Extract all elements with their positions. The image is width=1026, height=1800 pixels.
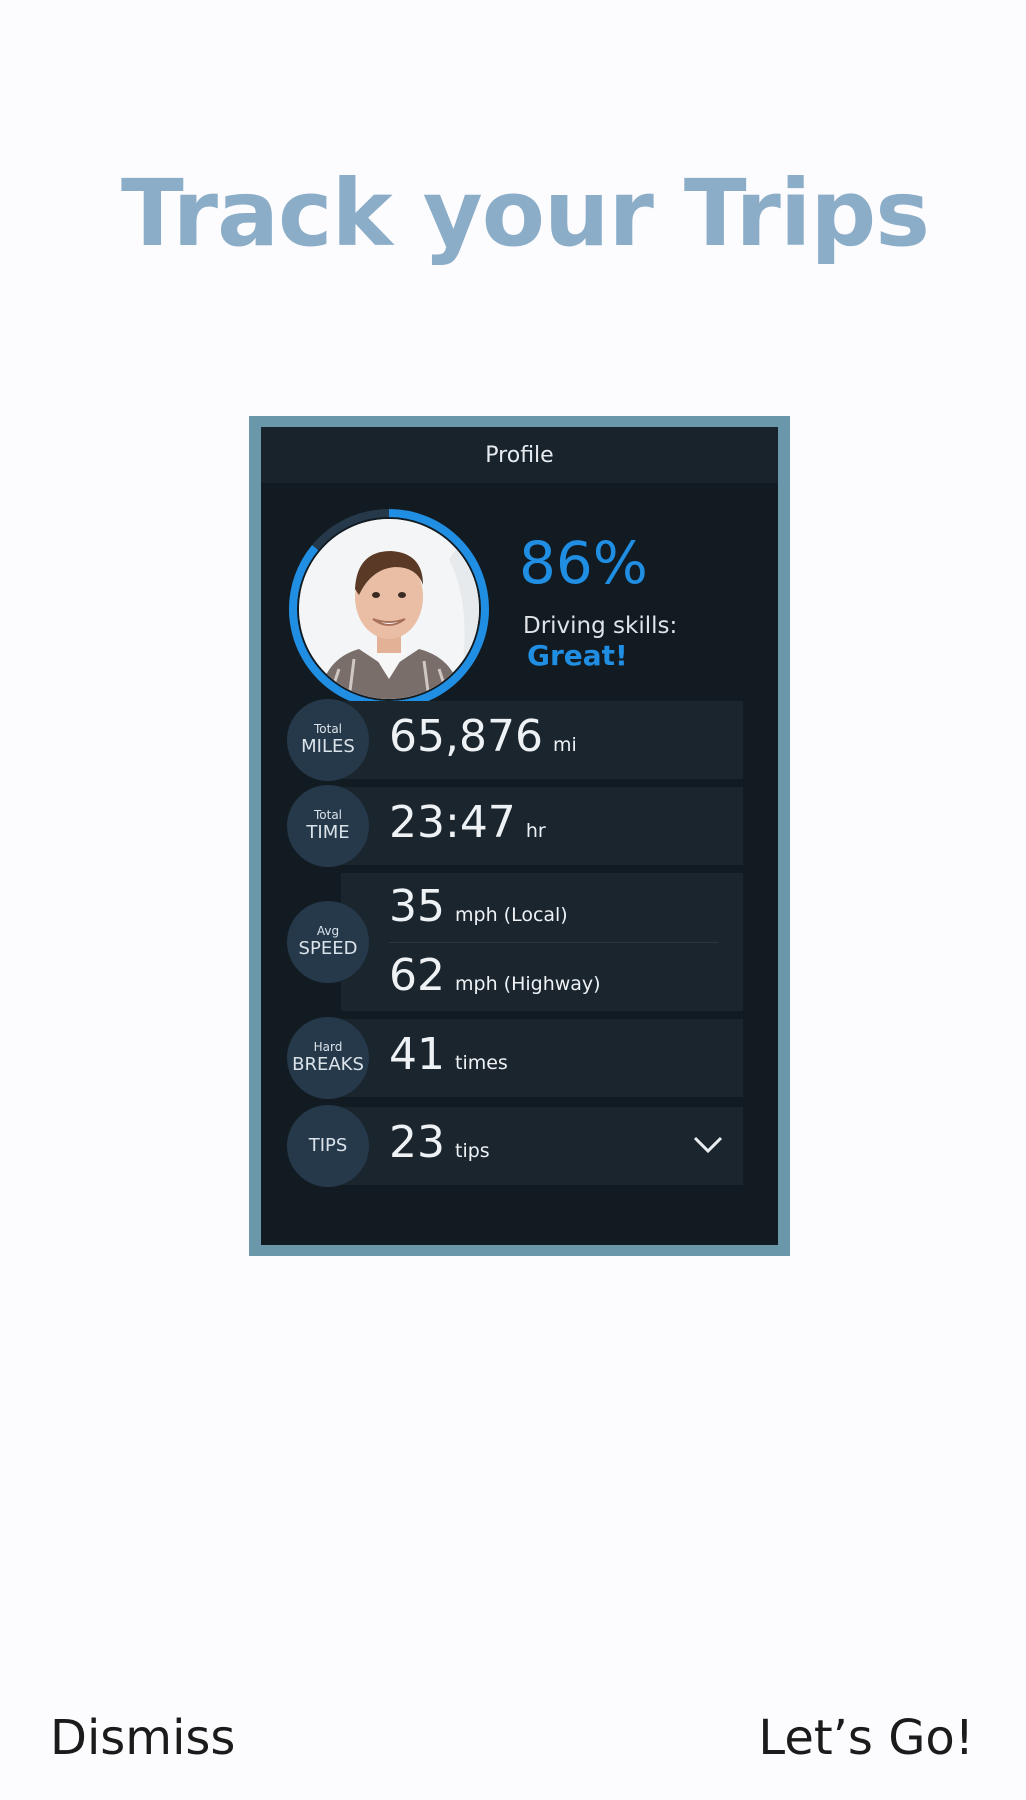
stat-badge-label: TIPS [308,1135,348,1156]
stat-value-breaks: 41 times [389,1029,508,1080]
stat-badge-small-label: Hard [313,1040,343,1054]
driving-skill-label: Driving skills: [523,613,678,639]
onboarding-screen: Track your Trips Profile 86% Driving ski… [0,0,1026,1800]
stat-number: 65,876 [389,711,543,762]
onboarding-headline: Track your Trips [120,160,930,267]
stat-unit: mph (Highway) [455,973,601,995]
profile-preview-screen: Profile 86% Driving skills: Great! Total… [261,427,778,1245]
chevron-down-icon[interactable] [693,1135,723,1155]
profile-preview-frame: Profile 86% Driving skills: Great! Total… [249,416,790,1256]
stat-badge-label: MILES [301,736,355,757]
stat-badge-time: Total TIME [287,785,369,867]
driving-score-ring [287,507,491,711]
stat-badge-small-label: Total [313,722,343,736]
stat-row-tips[interactable]: TIPS 23 tips [261,1105,778,1187]
stat-number: 62 [389,950,445,1001]
stat-unit: times [455,1052,508,1074]
stat-number: 41 [389,1029,445,1080]
stat-value-tips: 23 tips [389,1117,490,1168]
stat-value-speed-local: 35 mph (Local) [389,881,568,932]
avatar [299,519,479,699]
driving-skill-value: Great! [527,639,628,672]
user-avatar-photo [299,519,479,699]
stat-badge-small-label: Total [313,808,343,822]
stat-badge-miles: Total MILES [287,699,369,781]
stat-value-time: 23:47 hr [389,797,546,848]
stat-row-speed: Avg SPEED 35 mph (Local) 62 mph (Highway) [261,873,778,1011]
stat-number: 35 [389,881,445,932]
stat-unit: mi [552,734,577,756]
driving-skill-rating: Driving skills: Great! [523,613,778,672]
driving-score: 86% [519,529,648,597]
profile-header: Profile [261,427,778,483]
stat-badge-breaks: Hard BREAKS [287,1017,369,1099]
stat-unit: mph (Local) [455,904,568,926]
stat-row-breaks: Hard BREAKS 41 times [261,1017,778,1099]
lets-go-button[interactable]: Let’s Go! [758,1710,974,1766]
stat-unit: tips [455,1140,490,1162]
stat-badge-speed: Avg SPEED [287,901,369,983]
profile-title: Profile [485,442,554,468]
stat-value-speed-highway: 62 mph (Highway) [389,950,601,1001]
stat-value-miles: 65,876 mi [389,711,577,762]
stat-unit: hr [525,820,546,842]
stat-badge-label: TIME [306,822,350,843]
stat-row-miles: Total MILES 65,876 mi [261,699,778,781]
stat-row-time: Total TIME 23:47 hr [261,785,778,867]
stat-number: 23:47 [389,797,516,848]
stat-badge-tips: TIPS [287,1105,369,1187]
dismiss-button[interactable]: Dismiss [50,1710,235,1766]
stat-badge-small-label: Avg [316,924,340,938]
stat-number: 23 [389,1117,445,1168]
stat-badge-label: SPEED [298,938,358,959]
stat-badge-label: BREAKS [292,1054,364,1075]
stat-divider [389,942,718,943]
